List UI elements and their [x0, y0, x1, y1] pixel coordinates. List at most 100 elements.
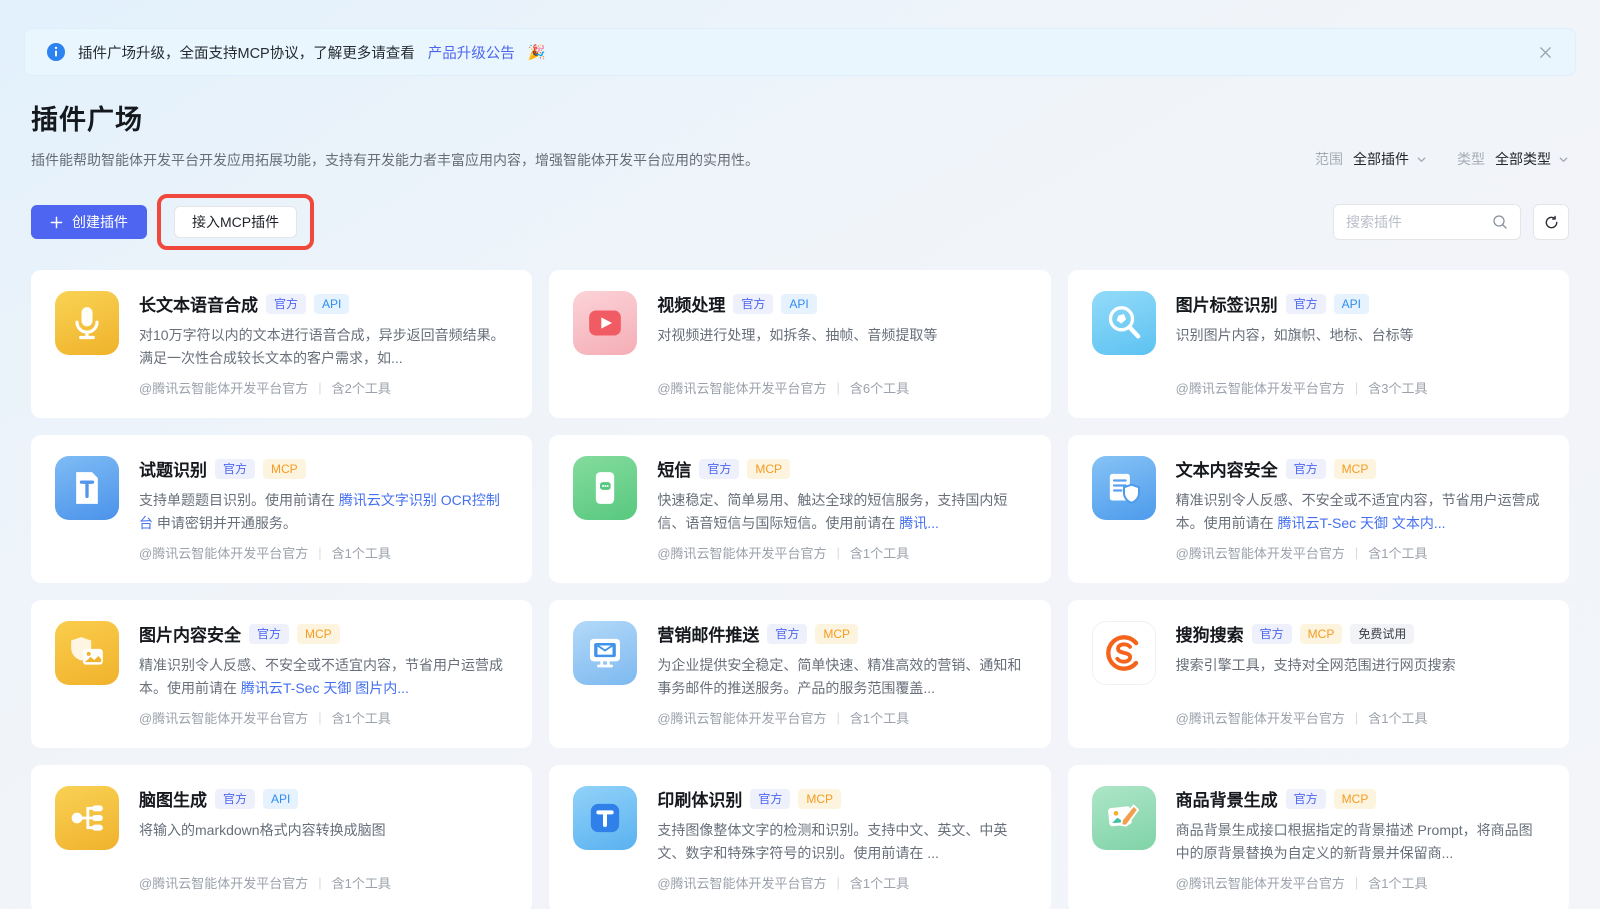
footer-divider: | [1355, 380, 1358, 395]
plugin-description: 精准识别令人反感、不安全或不适宜内容，节省用户运营成本。使用前请在 腾讯云T-S… [139, 654, 508, 700]
create-plugin-button[interactable]: 创建插件 [31, 205, 147, 239]
plugin-tool-count: 含2个工具 [332, 378, 391, 397]
plugin-tool-count: 含1个工具 [332, 873, 391, 892]
plugin-description: 商品背景生成接口根据指定的背景描述 Prompt，将商品图中的原背景替换为自定义… [1176, 819, 1545, 865]
microphone-icon [55, 291, 119, 355]
tag-free: 免费试用 [1350, 624, 1414, 644]
plugin-card[interactable]: 文本内容安全 官方MCP 精准识别令人反感、不安全或不适宜内容，节省用户运营成本… [1068, 435, 1569, 583]
tag-mcp: MCP [815, 624, 858, 644]
plugin-card[interactable]: 图片内容安全 官方MCP 精准识别令人反感、不安全或不适宜内容，节省用户运营成本… [31, 600, 532, 748]
footer-divider: | [837, 380, 840, 395]
plugin-author: @腾讯云智能体开发平台官方 [657, 873, 826, 892]
footer-divider: | [1355, 545, 1358, 560]
plugin-description: 为企业提供安全稳定、简单快速、精准高效的营销、通知和事务邮件的推送服务。产品的服… [657, 654, 1026, 700]
tag-api: API [263, 789, 298, 809]
description-link[interactable]: 腾讯云T-Sec 天御 文本内... [1278, 515, 1446, 531]
plugin-description: 支持单题题目识别。使用前请在 腾讯云文字识别 OCR控制台 申请密钥并开通服务。 [139, 489, 508, 535]
tag-official: 官方 [215, 789, 255, 809]
footer-divider: | [837, 875, 840, 890]
banner-upgrade-link[interactable]: 产品升级公告 [428, 42, 515, 63]
description-link[interactable]: 腾讯... [899, 515, 939, 531]
plugin-card[interactable]: 视频处理 官方API 对视频进行处理，如拆条、抽帧、音频提取等 @腾讯云智能体开… [549, 270, 1050, 418]
tag-official: 官方 [699, 459, 739, 479]
plugin-description: 支持图像整体文字的检测和识别。支持中文、英文、中英文、数字和特殊字符号的识别。使… [657, 819, 1026, 865]
plugin-card[interactable]: 长文本语音合成 官方API 对10万字符以内的文本进行语音合成，异步返回音频结果… [31, 270, 532, 418]
plugin-tool-count: 含1个工具 [332, 708, 391, 727]
refresh-button[interactable] [1533, 204, 1569, 240]
party-popper-emoji: 🎉 [528, 44, 546, 61]
tag-mcp: MCP [1334, 789, 1377, 809]
description-link[interactable]: 腾讯云T-Sec 天御 图片内... [241, 680, 409, 696]
plugin-description: 搜索引擎工具，支持对全网范围进行网页搜索 [1176, 654, 1545, 677]
search-input[interactable] [1346, 214, 1484, 230]
plugin-title: 长文本语音合成 [139, 291, 258, 316]
plugin-tool-count: 含6个工具 [850, 378, 909, 397]
footer-divider: | [318, 380, 321, 395]
footer-divider: | [837, 545, 840, 560]
close-icon[interactable] [1538, 45, 1553, 60]
footer-divider: | [318, 710, 321, 725]
document-t-icon [55, 456, 119, 520]
plugin-author: @腾讯云智能体开发平台官方 [657, 378, 826, 397]
plugin-card[interactable]: 印刷体识别 官方MCP 支持图像整体文字的检测和识别。支持中文、英文、中英文、数… [549, 765, 1050, 909]
upgrade-banner: 插件广场升级，全面支持MCP协议，了解更多请查看 产品升级公告 🎉 [24, 28, 1576, 76]
plugin-title: 文本内容安全 [1176, 456, 1278, 481]
plugin-card[interactable]: 试题识别 官方MCP 支持单题题目识别。使用前请在 腾讯云文字识别 OCR控制台… [31, 435, 532, 583]
tag-mcp: MCP [1300, 624, 1343, 644]
tag-mcp: MCP [263, 459, 306, 479]
page-subtitle: 插件能帮助智能体开发平台开发应用拓展功能，支持有开发能力者丰富应用内容，增强智能… [31, 150, 759, 170]
connect-mcp-plugin-button[interactable]: 接入MCP插件 [174, 206, 297, 238]
mindmap-icon [55, 786, 119, 850]
plugin-title: 印刷体识别 [657, 786, 742, 811]
refresh-icon [1543, 214, 1560, 231]
plugin-card[interactable]: 营销邮件推送 官方MCP 为企业提供安全稳定、简单快速、精准高效的营销、通知和事… [549, 600, 1050, 748]
type-filter-label: 类型 [1457, 149, 1485, 169]
plugin-author: @腾讯云智能体开发平台官方 [139, 708, 308, 727]
tag-official: 官方 [1286, 294, 1326, 314]
plugin-author: @腾讯云智能体开发平台官方 [1176, 378, 1345, 397]
plugin-card[interactable]: 商品背景生成 官方 MCP 商品背景生成接口根据指定的背景描述 Prompt，将商… [1068, 765, 1569, 909]
plugin-author: @腾讯云智能体开发平台官方 [657, 708, 826, 727]
plugin-search-box [1333, 204, 1521, 240]
chevron-down-icon [1558, 154, 1569, 165]
plugin-tool-count: 含1个工具 [850, 708, 909, 727]
scope-filter-label: 范围 [1315, 149, 1343, 169]
plugin-author: @腾讯云智能体开发平台官方 [139, 543, 308, 562]
scope-filter-value: 全部插件 [1353, 149, 1409, 169]
shield-image-icon [55, 621, 119, 685]
plugin-tool-count: 含1个工具 [1368, 873, 1427, 892]
plugin-card-grid: 长文本语音合成 官方API 对10万字符以内的文本进行语音合成，异步返回音频结果… [31, 270, 1569, 909]
plugin-author: @腾讯云智能体开发平台官方 [139, 378, 308, 397]
sogou-s-icon [1092, 621, 1156, 685]
play-icon [573, 291, 637, 355]
filter-bar: 范围 全部插件 类型 全部类型 [1315, 149, 1569, 170]
tag-mcp: MCP [297, 624, 340, 644]
plugin-card[interactable]: 搜狗搜索 官方MCP免费试用 搜索引擎工具，支持对全网范围进行网页搜索 @腾讯云… [1068, 600, 1569, 748]
plugin-description: 精准识别令人反感、不安全或不适宜内容，节省用户运营成本。使用前请在 腾讯云T-S… [1176, 489, 1545, 535]
scope-filter-dropdown[interactable]: 范围 全部插件 [1315, 149, 1427, 169]
plugin-card[interactable]: 图片标签识别 官方API 识别图片内容，如旗帜、地标、台标等 @腾讯云智能体开发… [1068, 270, 1569, 418]
page-header: 插件广场 插件能帮助智能体开发平台开发应用拓展功能，支持有开发能力者丰富应用内容… [31, 98, 759, 170]
plugin-card[interactable]: 短信 官方MCP 快速稳定、简单易用、触达全球的短信服务，支持国内短信、语音短信… [549, 435, 1050, 583]
type-filter-dropdown[interactable]: 类型 全部类型 [1457, 149, 1569, 169]
plugin-tool-count: 含1个工具 [332, 543, 391, 562]
footer-divider: | [1355, 875, 1358, 890]
tag-mcp: MCP [1334, 459, 1377, 479]
tag-official: 官方 [733, 294, 773, 314]
page-title: 插件广场 [31, 98, 759, 137]
plugin-title: 商品背景生成 [1176, 786, 1278, 811]
tag-official: 官方 [750, 789, 790, 809]
tag-official: 官方 [1252, 624, 1292, 644]
tag-official: 官方 [1286, 789, 1326, 809]
footer-divider: | [318, 875, 321, 890]
plugin-title: 图片内容安全 [139, 621, 241, 646]
annotation-highlight-box: 接入MCP插件 [157, 194, 314, 250]
info-icon [47, 43, 65, 61]
monitor-mail-icon [573, 621, 637, 685]
plugin-card[interactable]: 脑图生成 官方API 将输入的markdown格式内容转换成脑图 @腾讯云智能体… [31, 765, 532, 909]
plugin-tool-count: 含3个工具 [1368, 378, 1427, 397]
image-pencil-icon [1092, 786, 1156, 850]
plugin-tool-count: 含1个工具 [1368, 543, 1427, 562]
search-icon [1492, 214, 1508, 230]
plugin-title: 搜狗搜索 [1176, 621, 1244, 646]
